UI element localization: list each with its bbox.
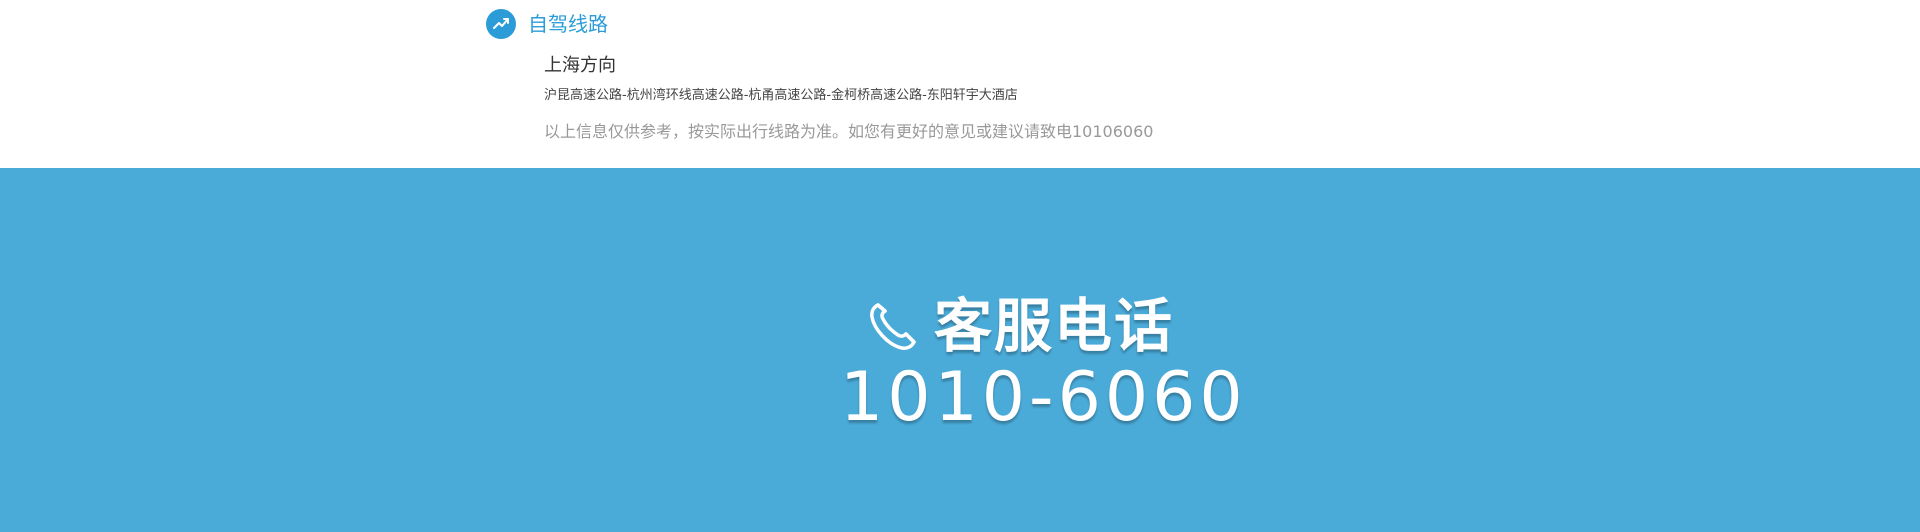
hotline-number: 1010-6060 <box>840 358 1247 437</box>
route-path: 沪昆高速公路-杭州湾环线高速公路-杭甬高速公路-金柯桥高速公路-东阳轩宇大酒店 <box>544 88 1018 103</box>
route-check-icon <box>486 9 516 39</box>
customer-service-banner: 客服电话 1010-6060 <box>0 168 1920 532</box>
direction-title: 上海方向 <box>544 55 616 76</box>
hotline-label: 客服电话 <box>934 292 1175 360</box>
hotline-label-row: 客服电话 <box>864 294 1174 358</box>
route-title: 自驾线路 <box>528 12 608 36</box>
route-note: 以上信息仅供参考，按实际出行线路为准。如您有更好的意见或建议请致电1010606… <box>544 122 1154 141</box>
route-header: 自驾线路 <box>486 8 608 40</box>
phone-icon <box>864 297 922 355</box>
self-drive-route-section: 自驾线路 上海方向 沪昆高速公路-杭州湾环线高速公路-杭甬高速公路-金柯桥高速公… <box>0 0 1920 168</box>
